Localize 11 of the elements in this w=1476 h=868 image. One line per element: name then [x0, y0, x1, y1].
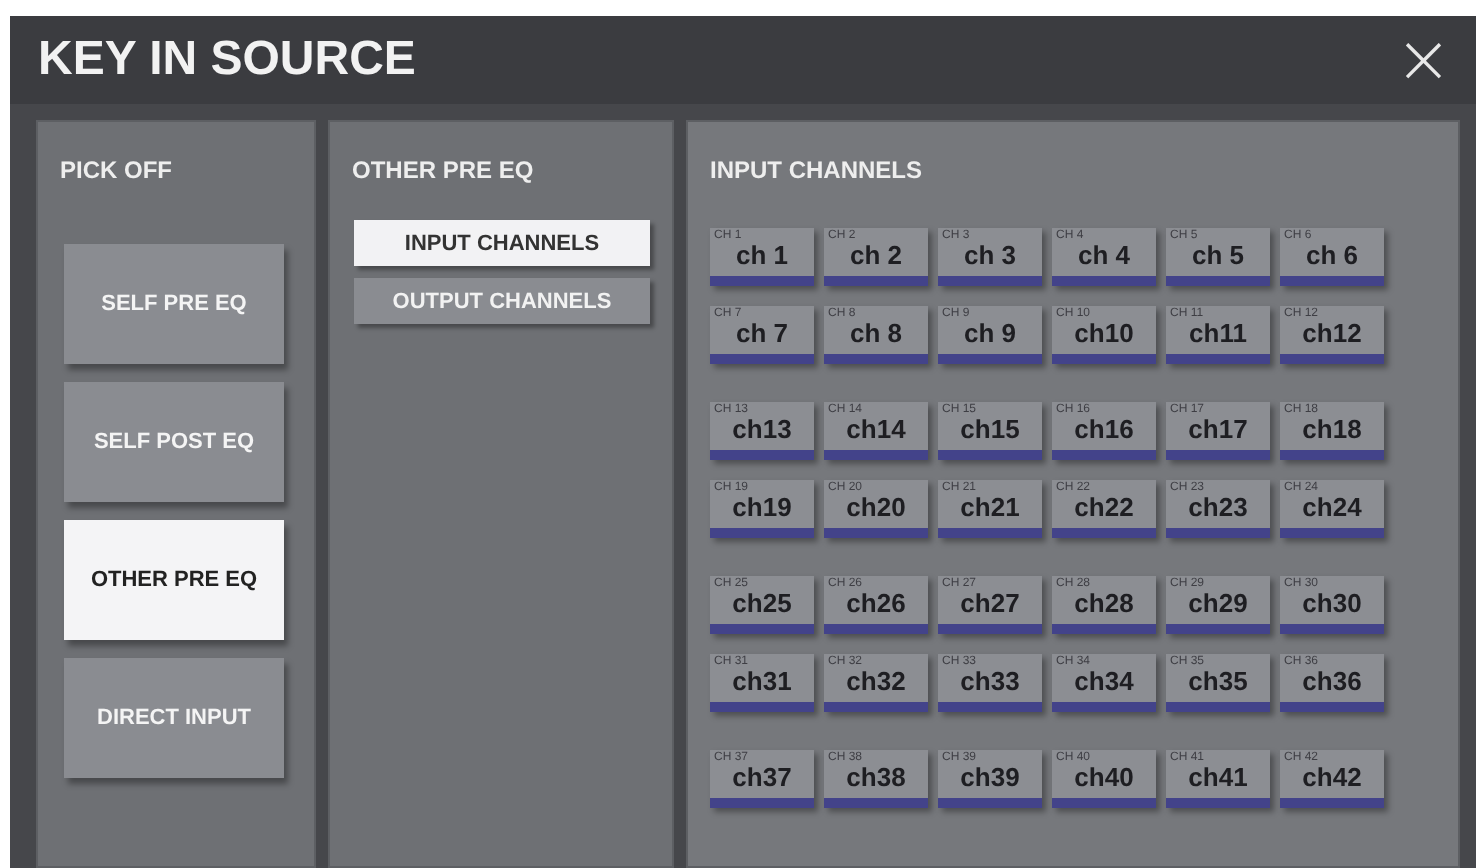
pick-off-option[interactable]: SELF POST EQ [64, 382, 284, 502]
pick-off-option[interactable]: SELF PRE EQ [64, 244, 284, 364]
panel-title: PICK OFF [58, 154, 174, 184]
source-type-option[interactable]: INPUT CHANNELS [354, 220, 650, 266]
panel-title: OTHER PRE EQ [350, 154, 536, 184]
source-type-option[interactable]: OUTPUT CHANNELS [354, 278, 650, 324]
pick-off-option[interactable]: OTHER PRE EQ [64, 520, 284, 640]
window-title: KEY IN SOURCE [38, 32, 416, 88]
pick-off-option[interactable]: DIRECT INPUT [64, 658, 284, 778]
close-button[interactable]: × [1387, 26, 1460, 94]
panel-title: INPUT CHANNELS [708, 154, 925, 184]
